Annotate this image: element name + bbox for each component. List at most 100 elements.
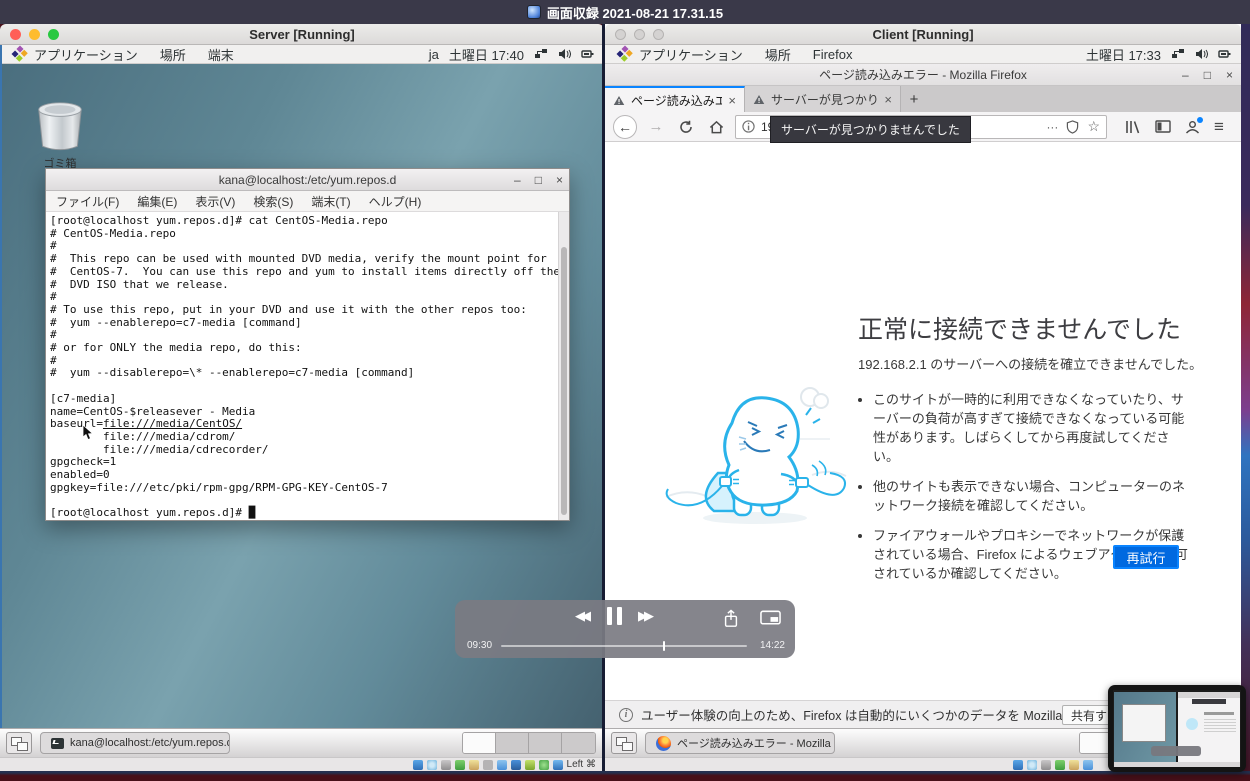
pip-preview-window[interactable] bbox=[1108, 685, 1246, 772]
vbox-status-icon[interactable] bbox=[525, 760, 535, 770]
workspace-switcher-icon[interactable] bbox=[611, 732, 637, 754]
vbox-status-icon[interactable] bbox=[469, 760, 479, 770]
server-vbox-statusbar: Left ⌘ bbox=[0, 757, 604, 771]
server-vm-titlebar[interactable]: Server [Running] bbox=[0, 24, 604, 45]
rewind-button[interactable]: ◀◀ bbox=[575, 608, 591, 624]
network-icon[interactable] bbox=[1171, 48, 1185, 60]
workspace-2[interactable] bbox=[496, 733, 529, 753]
workspace-switcher-icon[interactable] bbox=[6, 732, 32, 754]
workspace-1[interactable] bbox=[463, 733, 496, 753]
close-traffic-light[interactable] bbox=[615, 29, 626, 40]
close-traffic-light[interactable] bbox=[10, 29, 21, 40]
workspace-1[interactable] bbox=[1080, 733, 1110, 753]
hamburger-menu-icon[interactable]: ≡ bbox=[1214, 117, 1224, 137]
site-info-icon[interactable] bbox=[742, 120, 755, 133]
workspace-3[interactable] bbox=[529, 733, 562, 753]
vbox-status-icon[interactable] bbox=[1013, 760, 1023, 770]
terminal-output[interactable]: [root@localhost yum.repos.d]# cat CentOS… bbox=[46, 212, 569, 520]
terminal-menu-item[interactable]: 表示(V) bbox=[195, 193, 235, 210]
close-icon[interactable]: × bbox=[1226, 68, 1233, 82]
trash-desktop-icon[interactable]: ゴミ箱 bbox=[28, 98, 92, 171]
zoom-traffic-light[interactable] bbox=[48, 29, 59, 40]
clock[interactable]: 土曜日 17:40 bbox=[449, 45, 524, 64]
clock[interactable]: 土曜日 17:33 bbox=[1086, 45, 1161, 64]
vbox-status-icon[interactable] bbox=[511, 760, 521, 770]
client-vm-titlebar[interactable]: Client [Running] bbox=[605, 24, 1241, 45]
tab-close-icon[interactable]: × bbox=[884, 92, 892, 107]
library-icon[interactable] bbox=[1125, 120, 1141, 134]
vbox-status-icon[interactable] bbox=[1083, 760, 1093, 770]
vbox-status-icon[interactable] bbox=[1055, 760, 1065, 770]
power-icon[interactable] bbox=[1218, 48, 1231, 60]
pause-button[interactable] bbox=[607, 607, 622, 625]
new-tab-button[interactable]: + bbox=[901, 86, 927, 112]
page-actions-icon[interactable]: ··· bbox=[1046, 120, 1058, 134]
macos-window-title: 画面収録 2021-08-21 17.31.15 bbox=[547, 3, 723, 22]
terminal-menu-item[interactable]: ファイル(F) bbox=[56, 193, 119, 210]
minimize-traffic-light[interactable] bbox=[634, 29, 645, 40]
menu-terminal[interactable]: 端末 bbox=[208, 45, 234, 64]
minimize-traffic-light[interactable] bbox=[29, 29, 40, 40]
input-method-indicator[interactable]: ja bbox=[429, 47, 439, 62]
retry-button[interactable]: 再試行 bbox=[1113, 545, 1179, 569]
firefox-task-button[interactable]: ページ読み込みエラー - Mozilla Fi… bbox=[645, 732, 835, 754]
vbox-status-icon[interactable] bbox=[1041, 760, 1051, 770]
terminal-menu-item[interactable]: 検索(S) bbox=[253, 193, 293, 210]
workspace-4[interactable] bbox=[562, 733, 595, 753]
vbox-status-icon[interactable] bbox=[553, 760, 563, 770]
vbox-status-icon[interactable] bbox=[427, 760, 437, 770]
firefox-titlebar[interactable]: ページ読み込みエラー - Mozilla Firefox – □ × bbox=[605, 64, 1241, 86]
scrollbar-thumb[interactable] bbox=[561, 247, 567, 515]
close-icon[interactable]: × bbox=[556, 173, 563, 187]
volume-icon[interactable] bbox=[558, 48, 571, 60]
vbox-status-icon[interactable] bbox=[413, 760, 423, 770]
tab-close-icon[interactable]: × bbox=[728, 93, 736, 108]
terminal-menu-item[interactable]: ヘルプ(H) bbox=[369, 193, 422, 210]
terminal-menu-item[interactable]: 端末(T) bbox=[311, 193, 350, 210]
tab-page-load-error[interactable]: ページ読み込みエラー × bbox=[605, 86, 745, 112]
player-scrubber[interactable] bbox=[663, 641, 665, 651]
power-icon[interactable] bbox=[581, 48, 594, 60]
picture-in-picture-icon[interactable] bbox=[760, 609, 781, 627]
vbox-status-icon[interactable] bbox=[1069, 760, 1079, 770]
back-button[interactable]: ← bbox=[613, 115, 637, 139]
terminal-titlebar[interactable]: kana@localhost:/etc/yum.repos.d – □ × bbox=[46, 169, 569, 191]
vbox-status-icon[interactable] bbox=[455, 760, 465, 770]
bookmark-star-icon[interactable]: ☆ bbox=[1087, 118, 1100, 135]
tab-server-not-found[interactable]: サーバーが見つかりませ × bbox=[745, 86, 901, 112]
task-label: ページ読み込みエラー - Mozilla Fi… bbox=[677, 735, 835, 751]
forward-button[interactable]: → bbox=[645, 116, 667, 138]
share-icon[interactable] bbox=[722, 609, 740, 629]
vbox-status-icon[interactable] bbox=[497, 760, 507, 770]
menu-firefox[interactable]: Firefox bbox=[813, 47, 853, 62]
terminal-task-button[interactable]: kana@localhost:/etc/yum.repos.d bbox=[40, 732, 230, 754]
menu-places[interactable]: 場所 bbox=[765, 45, 791, 64]
maximize-icon[interactable]: □ bbox=[1204, 68, 1211, 82]
minimize-icon[interactable]: – bbox=[1182, 68, 1189, 82]
volume-icon[interactable] bbox=[1195, 48, 1208, 60]
vbox-status-icon[interactable] bbox=[1027, 760, 1037, 770]
warning-icon bbox=[753, 94, 765, 105]
maximize-icon[interactable]: □ bbox=[535, 173, 542, 187]
menu-applications[interactable]: アプリケーション bbox=[639, 45, 743, 64]
terminal-scrollbar[interactable] bbox=[558, 212, 569, 520]
vbox-status-icon[interactable] bbox=[539, 760, 549, 770]
menu-applications[interactable]: アプリケーション bbox=[34, 45, 138, 64]
sidebar-icon[interactable] bbox=[1155, 120, 1171, 133]
pocket-icon[interactable] bbox=[1066, 120, 1079, 134]
minimize-icon[interactable]: – bbox=[514, 173, 521, 187]
fast-forward-button[interactable]: ▶▶ bbox=[638, 608, 654, 624]
home-button[interactable] bbox=[705, 116, 727, 138]
network-icon[interactable] bbox=[534, 48, 548, 60]
vbox-status-icon[interactable] bbox=[441, 760, 451, 770]
terminal-menu-item[interactable]: 編集(E) bbox=[137, 193, 177, 210]
terminal-line: # DVD ISO that we release. bbox=[50, 279, 555, 292]
mouse-cursor-icon bbox=[82, 424, 94, 441]
menu-places[interactable]: 場所 bbox=[160, 45, 186, 64]
firefox-logo-icon bbox=[656, 736, 671, 751]
account-icon[interactable] bbox=[1185, 120, 1200, 134]
timeline-track[interactable] bbox=[501, 645, 747, 647]
reload-button[interactable] bbox=[675, 116, 697, 138]
zoom-traffic-light[interactable] bbox=[653, 29, 664, 40]
vbox-status-icon[interactable] bbox=[483, 760, 493, 770]
